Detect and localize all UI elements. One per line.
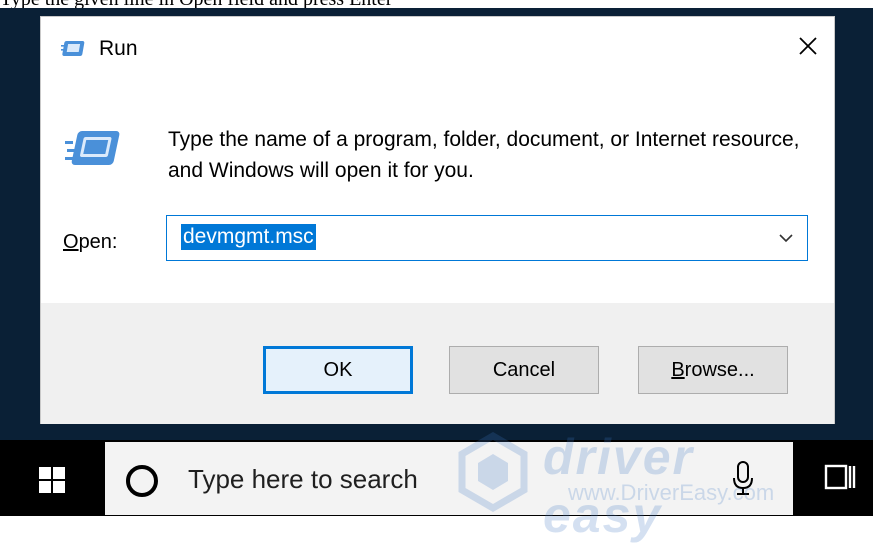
chevron-down-icon (779, 234, 793, 243)
browse-accel: B (671, 358, 685, 381)
windows-logo-icon (39, 467, 65, 493)
microphone-icon[interactable] (730, 460, 756, 498)
cortana-circle-icon (125, 464, 159, 498)
run-large-icon (65, 127, 125, 175)
task-view-icon[interactable] (820, 458, 858, 496)
cancel-button[interactable]: Cancel (449, 346, 599, 394)
open-combobox[interactable]: devmgmt.msc (166, 215, 808, 261)
open-label-rest: pen: (78, 231, 118, 253)
taskbar: Type here to search (0, 440, 873, 516)
title-bar[interactable]: Run (41, 17, 834, 77)
page-caption: Type the given line in Open field and pr… (0, 0, 873, 8)
browse-button[interactable]: Browse... (638, 346, 788, 394)
dialog-footer: OK Cancel Browse... (41, 303, 834, 424)
dialog-title: Run (99, 37, 138, 60)
run-dialog: Run Type the name of a program, folder, … (40, 16, 835, 424)
run-icon (61, 39, 87, 59)
dropdown-button[interactable] (771, 224, 801, 252)
start-button[interactable] (30, 458, 74, 502)
open-label: Open: (63, 231, 118, 254)
search-placeholder: Type here to search (188, 464, 418, 494)
dialog-description: Type the name of a program, folder, docu… (168, 128, 800, 182)
open-input-value[interactable]: devmgmt.msc (181, 224, 316, 250)
ok-button[interactable]: OK (263, 346, 413, 394)
desktop-background: Run Type the name of a program, folder, … (0, 8, 873, 440)
taskbar-search-box[interactable]: Type here to search (105, 442, 793, 515)
close-button[interactable] (786, 27, 830, 65)
open-label-accel: O (63, 231, 79, 253)
close-icon (799, 37, 817, 55)
browse-rest: rowse... (684, 358, 755, 381)
